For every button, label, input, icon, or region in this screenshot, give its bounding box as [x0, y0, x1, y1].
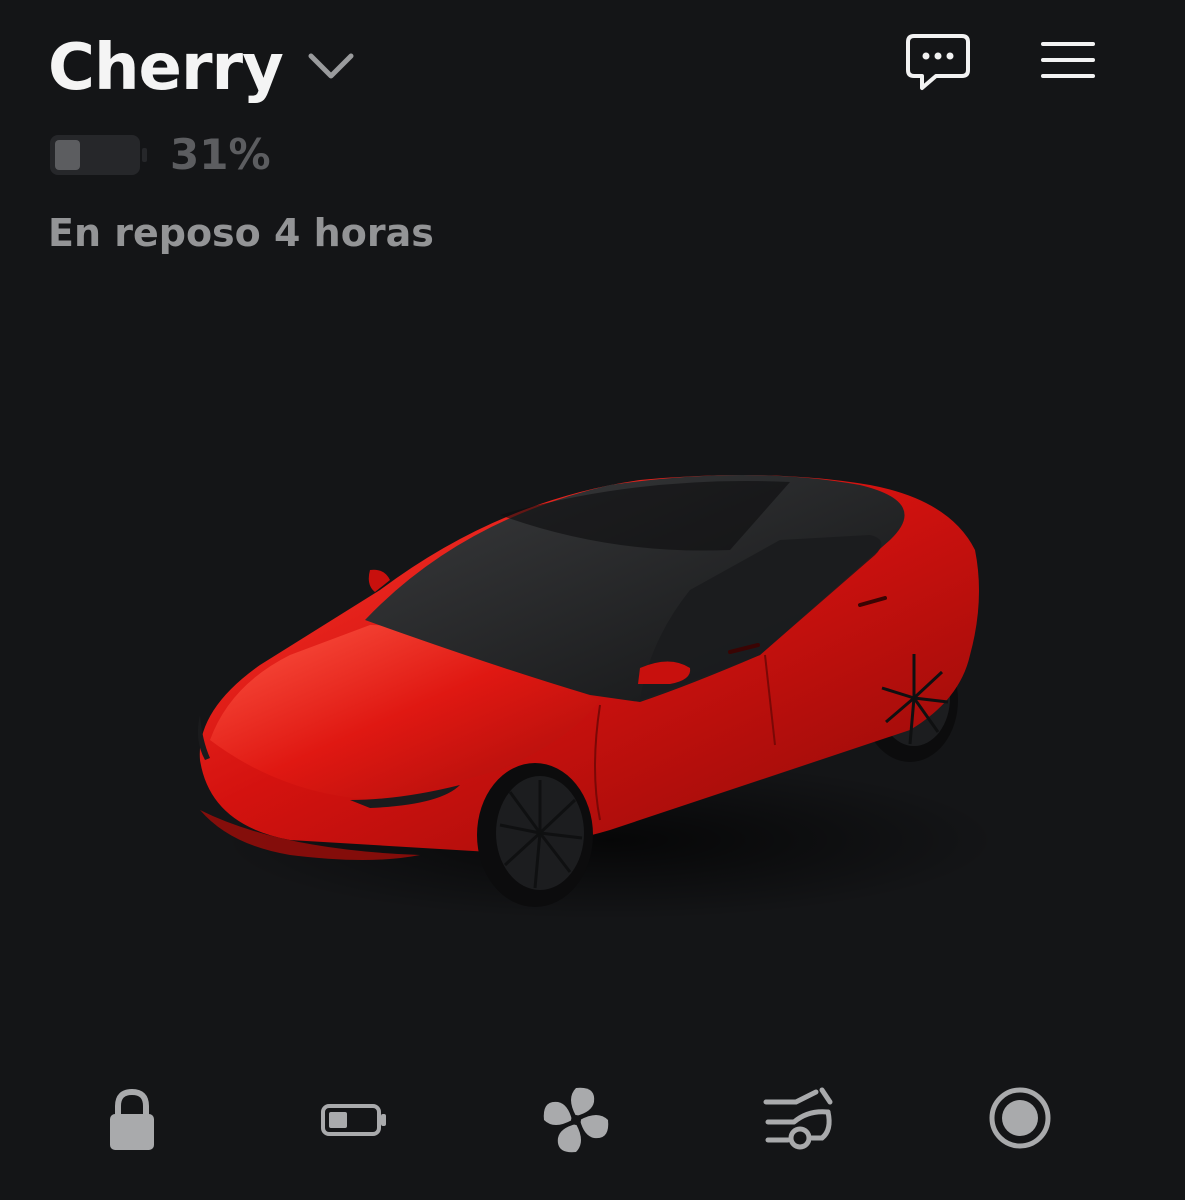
- trunk-icon[interactable]: [758, 1080, 838, 1160]
- vehicle-home-screen: Cherry 31% En reposo 4 horas: [0, 0, 1185, 1200]
- chevron-down-icon: [308, 53, 354, 79]
- hamburger-menu-icon[interactable]: [1036, 32, 1100, 92]
- battery-status[interactable]: 31%: [48, 130, 271, 180]
- chat-bubble-icon[interactable]: [906, 32, 970, 92]
- record-circle-icon[interactable]: [980, 1080, 1060, 1160]
- vehicle-status-text: En reposo 4 horas: [48, 211, 434, 255]
- vehicle-name: Cherry: [48, 31, 284, 105]
- quick-controls-bar: [0, 1080, 1185, 1160]
- battery-percentage: 31%: [170, 130, 271, 179]
- battery-icon[interactable]: [314, 1080, 394, 1160]
- vehicle-image: [197, 475, 1000, 920]
- fan-icon[interactable]: [536, 1080, 616, 1160]
- battery-level-icon: [50, 135, 147, 175]
- vehicle-selector[interactable]: Cherry: [48, 28, 357, 108]
- lock-icon[interactable]: [92, 1080, 172, 1160]
